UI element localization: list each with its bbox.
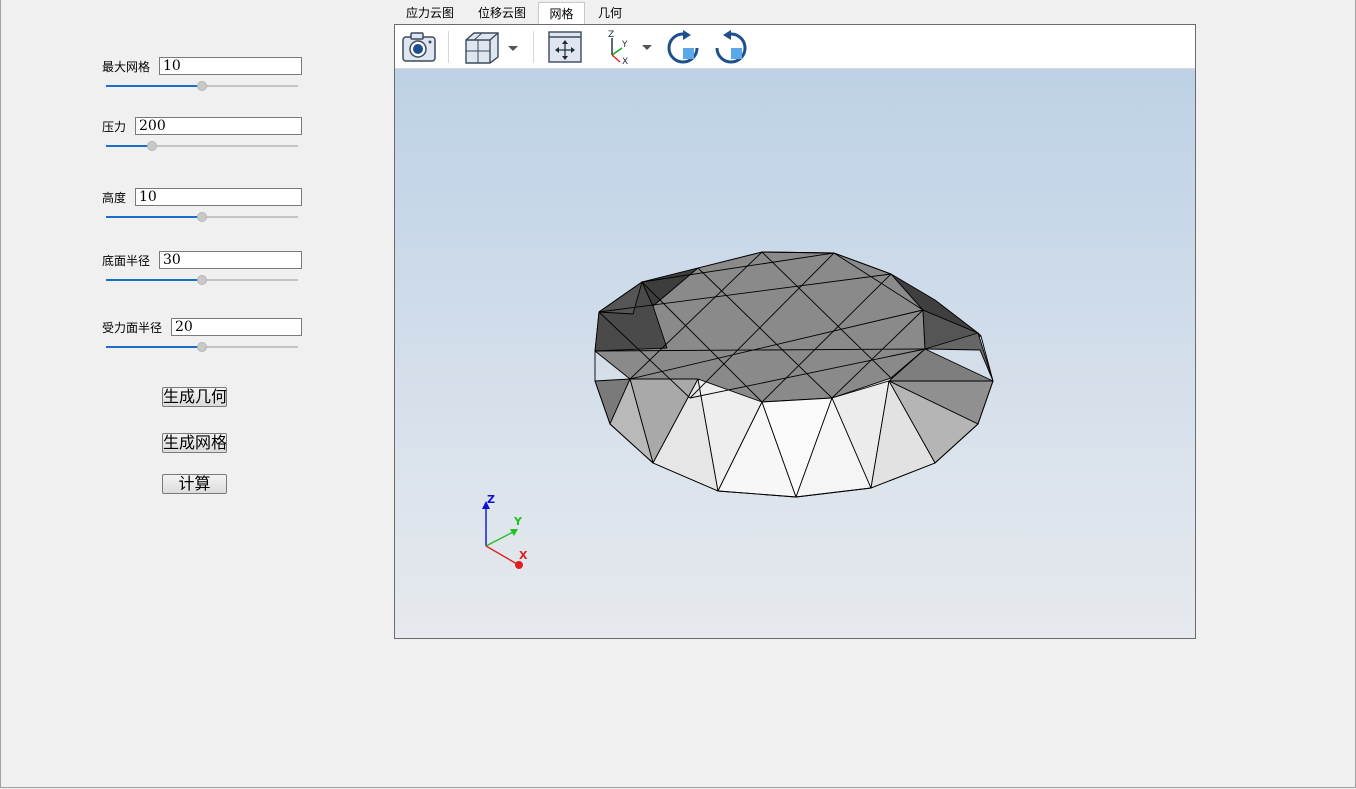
tab-displacement-contour[interactable]: 位移云图 (468, 2, 536, 24)
view-cube-icon[interactable] (459, 29, 521, 65)
max-mesh-slider[interactable] (106, 80, 298, 92)
base-radius-label: 底面半径 (102, 254, 151, 268)
triad-x-label: X (519, 549, 528, 562)
base-radius-input[interactable] (159, 251, 302, 269)
toolbar-axis-z: Z (608, 30, 614, 40)
load-radius-label: 受力面半径 (102, 321, 163, 335)
axis-orientation-icon[interactable]: Z Y X (597, 29, 655, 65)
camera-icon[interactable] (399, 29, 439, 65)
fit-view-icon[interactable] (545, 29, 585, 65)
toolbar-axis-x: X (622, 57, 628, 65)
toolbar-separator (448, 31, 449, 63)
toolbar-separator (533, 31, 534, 63)
viewer-toolbar: Z Y X (395, 25, 1195, 69)
slider-fill (106, 85, 202, 87)
slider-thumb[interactable] (197, 342, 207, 352)
load-radius-input[interactable] (171, 318, 302, 336)
max-mesh-label: 最大网格 (102, 60, 151, 74)
rotate-clockwise-icon[interactable] (663, 29, 703, 65)
tab-geometry[interactable]: 几何 (590, 2, 630, 24)
pressure-input[interactable] (135, 117, 302, 135)
generate-mesh-button[interactable]: 生成网格 (162, 433, 227, 453)
slider-fill (106, 145, 152, 147)
pressure-slider[interactable] (106, 140, 298, 152)
load-radius-slider[interactable] (106, 341, 298, 353)
pressure-label: 压力 (102, 120, 127, 134)
triad-z-label: Z (487, 493, 495, 506)
render-scene[interactable]: Z Y X (395, 69, 1195, 638)
tab-stress-contour[interactable]: 应力云图 (396, 2, 464, 24)
rotate-counterclockwise-icon[interactable] (711, 29, 751, 65)
max-mesh-input[interactable] (159, 57, 302, 75)
triad-y-label: Y (513, 515, 523, 528)
slider-thumb[interactable] (197, 275, 207, 285)
base-radius-slider[interactable] (106, 274, 298, 286)
axis-triad: Z Y X (482, 493, 528, 569)
slider-thumb[interactable] (197, 81, 207, 91)
slider-fill (106, 346, 202, 348)
compute-button[interactable]: 计算 (162, 474, 227, 494)
height-slider[interactable] (106, 211, 298, 223)
tab-mesh[interactable]: 网格 (538, 2, 585, 25)
height-input[interactable] (135, 188, 302, 206)
3d-viewer[interactable]: Z Y X Z Y X (394, 24, 1196, 639)
slider-thumb[interactable] (197, 212, 207, 222)
slider-fill (106, 216, 202, 218)
height-label: 高度 (102, 191, 127, 205)
slider-fill (106, 279, 202, 281)
slider-thumb[interactable] (147, 141, 157, 151)
toolbar-axis-y: Y (621, 40, 628, 50)
generate-geometry-button[interactable]: 生成几何 (162, 387, 227, 407)
